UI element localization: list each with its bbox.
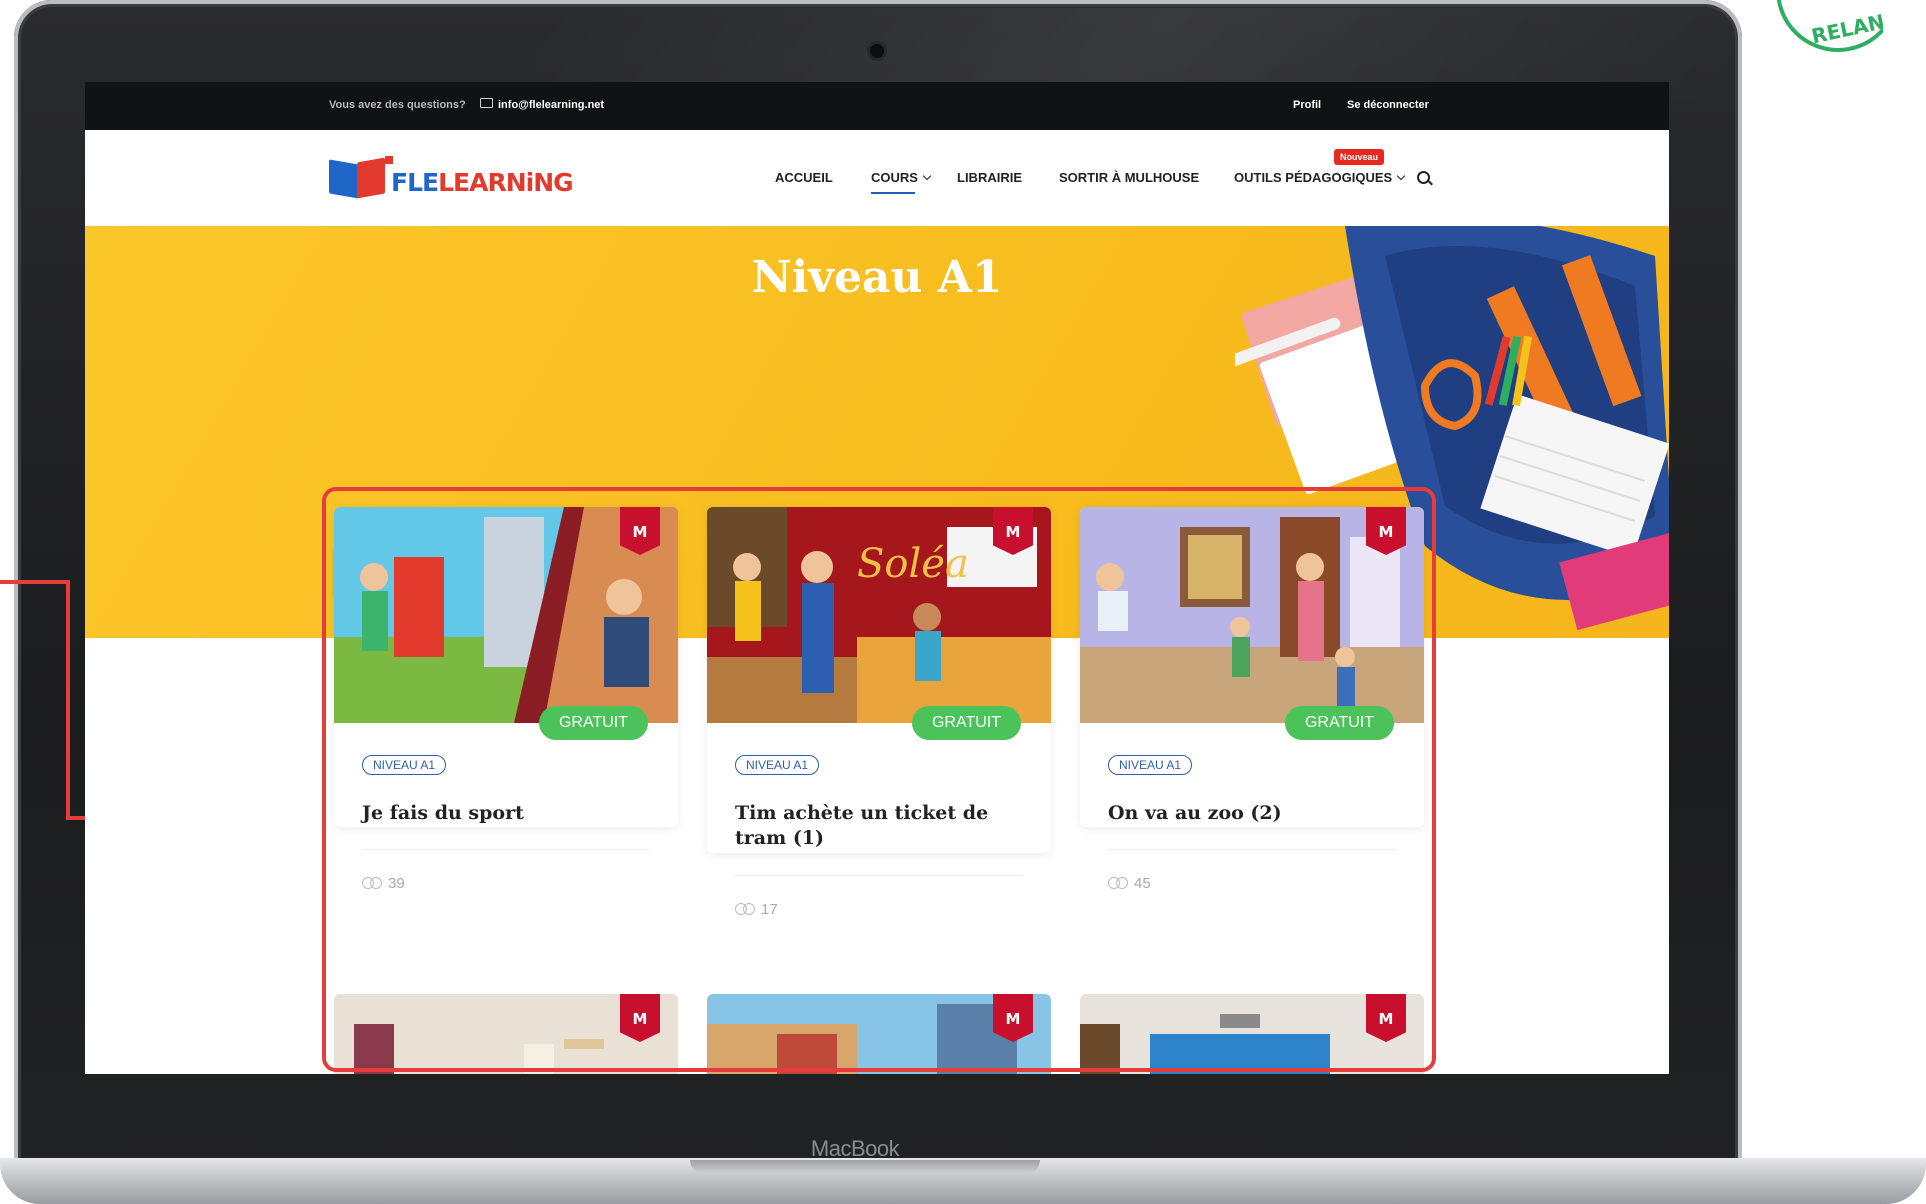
nav-cours[interactable]: COURS bbox=[871, 170, 932, 194]
contact-question: Vous avez des questions? bbox=[329, 99, 466, 111]
nav-sortir-mulhouse[interactable]: SORTIR À MULHOUSE bbox=[1059, 170, 1199, 185]
new-badge: Nouveau bbox=[1334, 149, 1385, 165]
site-logo[interactable]: FLELEARNiNG bbox=[329, 156, 574, 200]
logo-text-learning: LEARNiNG bbox=[438, 168, 574, 197]
contact-email-link[interactable]: info@flelearning.net bbox=[498, 99, 604, 111]
nav-librairie[interactable]: LIBRAIRIE bbox=[957, 170, 1022, 185]
nav-accueil[interactable]: ACCUEIL bbox=[775, 170, 833, 185]
mail-icon bbox=[480, 98, 493, 108]
browser-screen: Vous avez des questions? info@flelearnin… bbox=[85, 82, 1669, 1074]
relance-seal-icon: RELANCE bbox=[1776, 0, 1883, 52]
logout-link[interactable]: Se déconnecter bbox=[1347, 99, 1429, 111]
chevron-down-icon bbox=[1396, 171, 1406, 181]
laptop-notch bbox=[690, 1160, 1040, 1174]
logo-book-blue bbox=[329, 159, 359, 199]
nav-outils-label: OUTILS PÉDAGOGIQUES bbox=[1234, 170, 1393, 185]
logo-book-red bbox=[357, 157, 385, 199]
top-bar: Vous avez des questions? info@flelearnin… bbox=[85, 82, 1669, 130]
profile-link[interactable]: Profil bbox=[1293, 99, 1321, 111]
device-label: MacBook bbox=[810, 1136, 900, 1161]
logo-text-fle: FLE bbox=[391, 168, 439, 197]
logo-text: FLELEARNiNG bbox=[391, 168, 574, 197]
nav-outils-pedagogiques[interactable]: OUTILS PÉDAGOGIQUES bbox=[1234, 170, 1406, 185]
logo-dot bbox=[385, 156, 393, 164]
chevron-down-icon bbox=[922, 171, 932, 181]
site-header: FLELEARNiNG ACCUEIL COURS LIBRAIRIE SORT… bbox=[85, 130, 1669, 226]
camera-icon bbox=[870, 44, 884, 58]
nav-active-underline bbox=[871, 192, 915, 194]
search-icon[interactable] bbox=[1417, 171, 1430, 184]
nav-cours-label: COURS bbox=[871, 170, 918, 185]
highlight-frame bbox=[322, 487, 1436, 1072]
